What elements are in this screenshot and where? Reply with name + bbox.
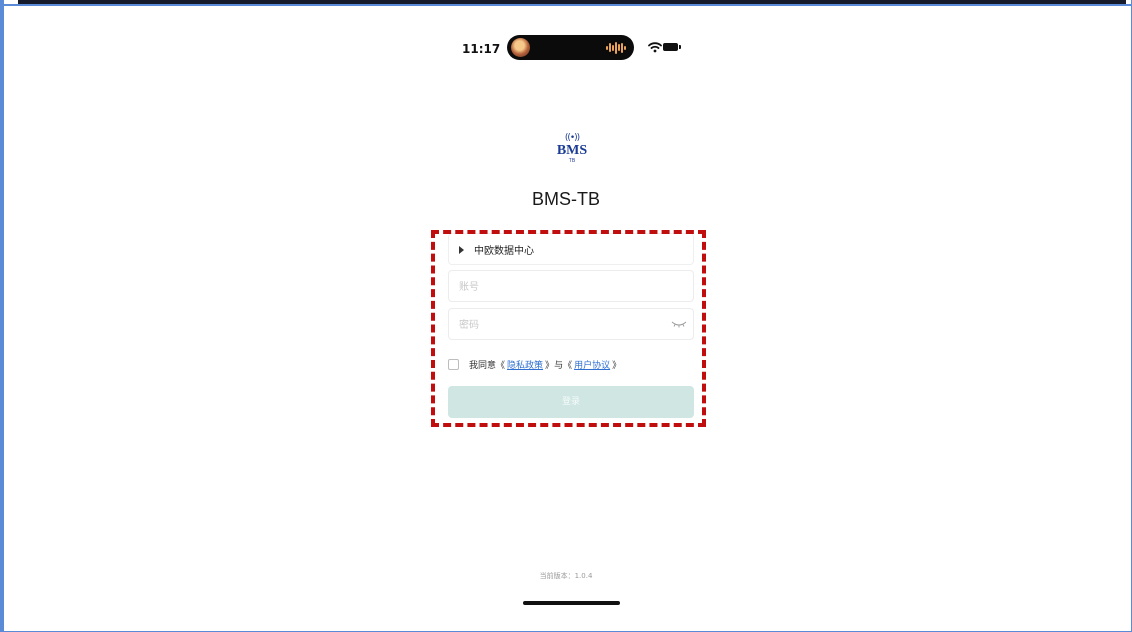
dynamic-island bbox=[507, 35, 634, 60]
logo-text: BMS bbox=[556, 143, 588, 158]
logo-subtext: TB bbox=[568, 158, 576, 164]
dynamic-island-avatar bbox=[511, 38, 530, 57]
app-title: BMS-TB bbox=[531, 189, 600, 209]
status-time: 11:17 bbox=[462, 42, 501, 56]
home-indicator[interactable] bbox=[523, 601, 620, 605]
audio-waveform-icon bbox=[606, 41, 626, 54]
annotation-highlight-box bbox=[431, 230, 706, 427]
version-label: 当前版本：1.0.4 bbox=[539, 572, 593, 580]
battery-icon bbox=[663, 43, 681, 51]
signal-icon: ((•)) bbox=[564, 133, 580, 143]
wifi-icon bbox=[648, 42, 662, 53]
app-logo: ((•)) BMS TB bbox=[551, 134, 593, 172]
top-border-line bbox=[0, 4, 1132, 6]
